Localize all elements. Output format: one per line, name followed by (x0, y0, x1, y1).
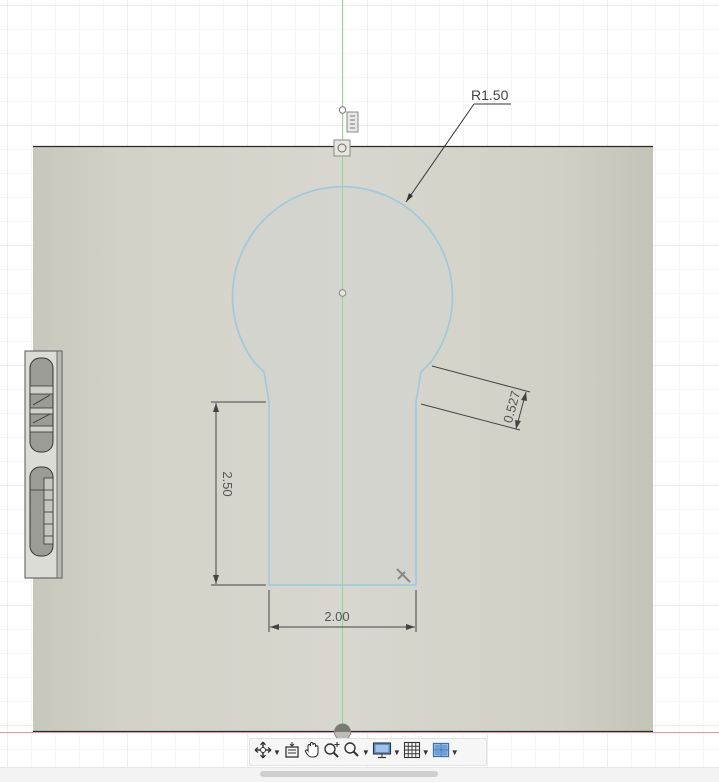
viewports-button[interactable]: ▼ (432, 741, 459, 763)
zoom-window-icon (343, 741, 361, 764)
navigation-toolbar: ▼ ▼ ▼ ▼ ▼ (249, 738, 487, 766)
chevron-down-icon: ▼ (273, 747, 281, 757)
chevron-down-icon: ▼ (361, 747, 370, 757)
canvas-viewport[interactable]: R1.50 2.50 2.00 0.527 (0, 0, 719, 781)
viewports-icon (432, 741, 450, 764)
scrollbar-thumb[interactable] (260, 771, 438, 777)
grid-settings-icon (403, 741, 421, 764)
look-at-icon (283, 741, 301, 764)
orbit-button[interactable]: ▼ (254, 741, 281, 763)
zoom-button[interactable] (323, 741, 341, 763)
zoom-icon (323, 741, 341, 764)
arc-center-point[interactable] (338, 289, 347, 297)
upper-gear-icon (29, 357, 54, 453)
display-settings-icon (372, 741, 392, 764)
grid-settings-button[interactable]: ▼ (403, 741, 430, 763)
chevron-down-icon: ▼ (392, 747, 401, 757)
look-at-button[interactable] (283, 741, 301, 763)
chevron-down-icon: ▼ (450, 747, 459, 757)
sketch-canvas[interactable]: R1.50 2.50 2.00 0.527 (0, 0, 719, 781)
horizontal-scrollbar[interactable] (0, 767, 719, 782)
chevron-down-icon: ▼ (421, 747, 430, 757)
zoom-window-button[interactable]: ▼ (343, 741, 370, 763)
height-dimension-label: 2.50 (220, 471, 235, 496)
side-view-widget[interactable] (24, 350, 63, 579)
coincident-constraint-icon[interactable] (333, 139, 351, 157)
lower-gear-icon (29, 466, 54, 557)
constraint-point[interactable] (338, 106, 347, 114)
width-dimension-label: 2.00 (324, 609, 349, 624)
fix-constraint-icon[interactable] (346, 111, 359, 133)
radius-dimension-label: R1.50 (471, 87, 509, 103)
pan-button[interactable] (303, 741, 321, 763)
pan-icon (303, 741, 321, 764)
orbit-icon (254, 741, 272, 764)
display-settings-button[interactable]: ▼ (372, 741, 401, 763)
